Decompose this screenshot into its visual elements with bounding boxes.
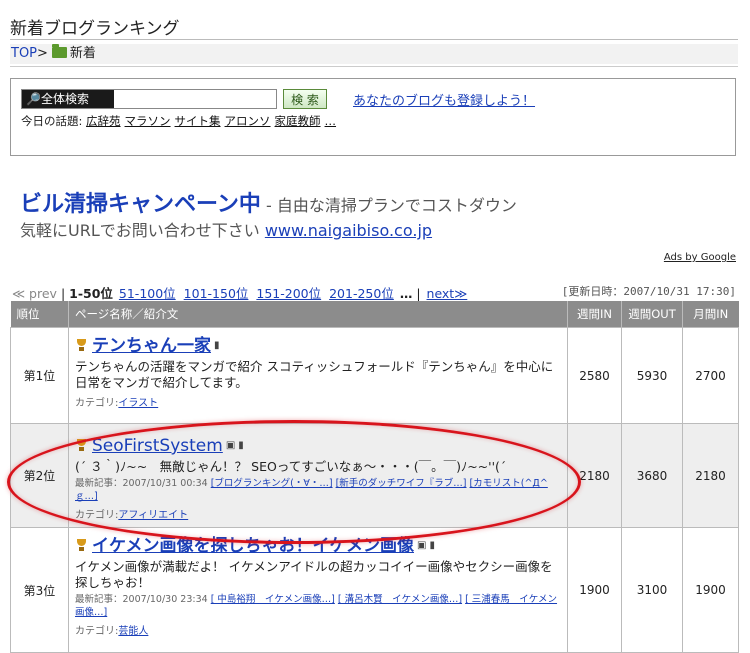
- week-out-cell: 3100: [621, 527, 683, 653]
- category-label: カテゴリ:: [75, 510, 119, 521]
- table-header-row: 順位 ページ名称／紹介文 週間IN 週間OUT 月間IN: [10, 301, 739, 328]
- pager-separator: |: [60, 286, 66, 301]
- latest-articles: 最新記事：2007/10/30 23:34 [ 中島裕翔 イケメン画像…] [ …: [75, 593, 561, 619]
- search-panel: 🔎全体検索 検 索 あなたのブログも登録しよう！ 今日の話題: 広辞苑 マラソンサ…: [10, 78, 736, 156]
- topic-more-link[interactable]: …: [325, 114, 337, 128]
- latest-date: 2007/10/30 23:34: [122, 594, 208, 605]
- pager-dots: …: [399, 286, 413, 301]
- table-row: 第1位 テンちゃん一家 ▮ テンちゃんの活躍をマンガで紹介 スコティッシュフォール…: [10, 327, 739, 424]
- trophy-icon: [75, 339, 88, 352]
- latest-article-link[interactable]: [ブログランキング(・∀・…]: [211, 478, 333, 489]
- rank-cell: 第3位: [10, 527, 69, 653]
- topic-link[interactable]: マラソン: [125, 114, 171, 128]
- ad-title-link[interactable]: ビル清掃キャンペーン中: [20, 192, 261, 217]
- category-link[interactable]: イラスト: [118, 398, 158, 409]
- latest-label: 最新記事：: [75, 594, 123, 605]
- search-button[interactable]: 検 索: [283, 89, 327, 109]
- week-in-cell: 2580: [567, 327, 622, 424]
- prev-link: ≪ prev: [12, 286, 57, 301]
- breadcrumb-separator: >: [37, 46, 48, 61]
- latest-article-link[interactable]: [新手のダッチワイフ『ラブ…]: [336, 478, 467, 489]
- category-label: カテゴリ:: [75, 626, 119, 637]
- week-in-cell: 1900: [567, 527, 622, 653]
- pager-link[interactable]: 151-200位: [256, 286, 321, 301]
- week-out-cell: 3680: [621, 423, 683, 528]
- latest-label: 最新記事：: [75, 478, 123, 489]
- header-name: ページ名称／紹介文: [68, 301, 568, 328]
- pager-current: 1-50位: [69, 286, 113, 301]
- updated-timestamp: [更新日時：2007/10/31 17:30]: [561, 285, 736, 298]
- blog-description: イケメン画像が満載だよ！ イケメンアイドルの超カッコイイー画像やセクシー画像を探…: [75, 559, 553, 590]
- table-row: 第3位 イケメン画像を探しちゃお！イケメン画像 ▣ ▮ イケメン画像が満載だよ！ イ…: [10, 527, 739, 653]
- mobile-icon: ▮: [214, 340, 220, 351]
- breadcrumb: TOP> 新着: [10, 44, 738, 64]
- latest-article-link[interactable]: [ 溝呂木賢 イケメン画像…]: [338, 594, 462, 605]
- pc-icon: ▣: [225, 440, 236, 451]
- mobile-icon: ▮: [238, 440, 244, 451]
- latest-article-link[interactable]: [ 中島裕翔 イケメン画像…]: [211, 594, 335, 605]
- pagination: ≪ prev | 1-50位 51-100位 101-150位 151-200位…: [12, 283, 469, 302]
- rank-cell: 第1位: [10, 327, 69, 424]
- topics-label: 今日の話題:: [21, 114, 83, 128]
- todays-topics: 今日の話題: 広辞苑 マラソン サイト集 アロンソ 家庭教師 …: [21, 113, 340, 129]
- week-out-cell: 5930: [621, 327, 683, 424]
- ad-body: 気軽にURLでお問い合わせ下さい www.naigaibiso.co.jp: [20, 217, 432, 241]
- latest-date: 2007/10/31 00:34: [122, 478, 208, 489]
- ad-subtitle: - 自由な清掃プランでコストダウン: [260, 196, 517, 215]
- search-input[interactable]: 🔎全体検索: [21, 89, 277, 109]
- topic-link[interactable]: 家庭教師: [275, 114, 321, 128]
- header-week-out: 週間OUT: [621, 301, 683, 328]
- header-week-in: 週間IN: [567, 301, 622, 328]
- header-rank: 順位: [10, 301, 69, 328]
- pager-link[interactable]: 201-250位: [329, 286, 394, 301]
- week-in-cell: 2180: [567, 423, 622, 528]
- category-label: カテゴリ:: [75, 398, 119, 409]
- magnifier-icon: 🔎: [26, 92, 41, 106]
- breadcrumb-current: 新着: [69, 46, 96, 61]
- mobile-icon: ▮: [429, 540, 435, 551]
- search-label: 🔎全体検索: [22, 90, 114, 108]
- blog-title-link[interactable]: イケメン画像を探しちゃお！イケメン画像: [92, 536, 414, 556]
- breadcrumb-top-link[interactable]: TOP: [10, 46, 37, 61]
- header-month-in: 月間IN: [682, 301, 739, 328]
- topic-link[interactable]: 広辞苑: [86, 114, 121, 128]
- next-link[interactable]: next≫: [427, 286, 468, 301]
- table-row: 第2位 SeoFirstSystem ▣ ▮ (´ ３｀)ﾉ~~ 無敵じゃん！？ S…: [10, 423, 739, 528]
- entry-cell: イケメン画像を探しちゃお！イケメン画像 ▣ ▮ イケメン画像が満載だよ！ イケメンア…: [68, 527, 568, 653]
- latest-articles: 最新記事：2007/10/31 00:34 [ブログランキング(・∀・…] [新…: [75, 477, 561, 503]
- month-in-cell: 1900: [682, 527, 739, 653]
- topic-link[interactable]: サイト集: [175, 114, 221, 128]
- entry-cell: テンちゃん一家 ▮ テンちゃんの活躍をマンガで紹介 スコティッシュフォールド『テン…: [68, 327, 568, 424]
- ranking-table: 順位 ページ名称／紹介文 週間IN 週間OUT 月間IN 第1位 テンちゃん一家…: [10, 301, 739, 653]
- register-blog-link[interactable]: あなたのブログも登録しよう！: [353, 90, 535, 109]
- entry-cell: SeoFirstSystem ▣ ▮ (´ ３｀)ﾉ~~ 無敵じゃん！？ SEOって…: [68, 423, 568, 528]
- ad-headline[interactable]: ビル清掃キャンペーン中 - 自由な清掃プランでコストダウン: [20, 186, 517, 218]
- category-link[interactable]: アフィリエイト: [118, 510, 188, 521]
- month-in-cell: 2700: [682, 327, 739, 424]
- ad-line-text: 気軽にURLでお問い合わせ下さい: [20, 221, 265, 240]
- trophy-icon: [75, 539, 88, 552]
- category-link[interactable]: 芸能人: [118, 626, 148, 637]
- trophy-icon: [75, 439, 88, 452]
- blog-title-link[interactable]: SeoFirstSystem: [92, 436, 223, 456]
- divider: [10, 39, 738, 40]
- blog-description: テンちゃんの活躍をマンガで紹介 スコティッシュフォールド『テンちゃん』を中心に日…: [75, 359, 554, 390]
- blog-description: (´ ３｀)ﾉ~~ 無敵じゃん！？ SEOってすごいなぁ～・・・(￣。￣)ﾉ~~…: [75, 459, 507, 474]
- divider: [10, 66, 738, 67]
- folder-icon: [51, 44, 67, 58]
- pager-separator: |: [416, 286, 421, 301]
- blog-title-link[interactable]: テンちゃん一家: [92, 336, 211, 356]
- page-title: 新着ブログランキング: [10, 19, 180, 39]
- ads-by-google-link[interactable]: Ads by Google: [664, 252, 736, 263]
- ad-url-link[interactable]: www.naigaibiso.co.jp: [265, 221, 432, 240]
- pc-icon: ▣: [416, 540, 427, 551]
- pager-link[interactable]: 51-100位: [119, 286, 176, 301]
- pager-link[interactable]: 101-150位: [184, 286, 249, 301]
- topic-link[interactable]: アロンソ: [225, 114, 271, 128]
- month-in-cell: 2180: [682, 423, 739, 528]
- rank-cell: 第2位: [10, 423, 69, 528]
